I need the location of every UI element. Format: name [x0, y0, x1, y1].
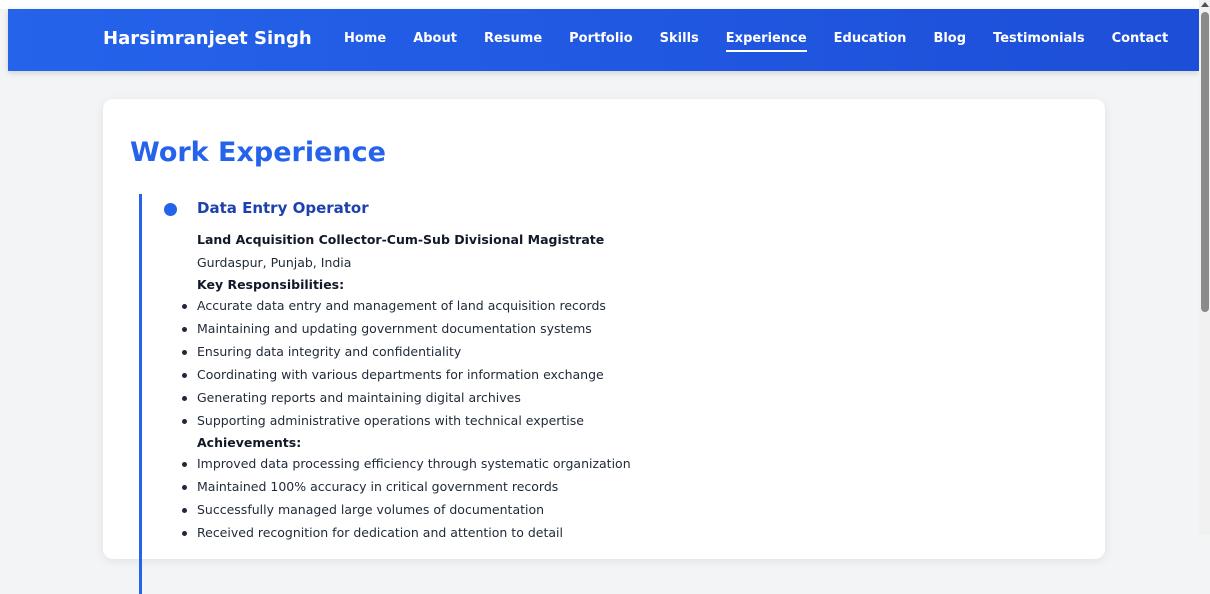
nav-about[interactable]: About: [413, 31, 457, 52]
page-title: Work Experience: [130, 137, 386, 168]
list-item: Ensuring data integrity and confidential…: [181, 342, 606, 365]
list-item: Improved data processing efficiency thro…: [181, 454, 631, 477]
brand-logo[interactable]: Harsimranjeet Singh: [103, 28, 312, 49]
nav-contact[interactable]: Contact: [1112, 31, 1169, 52]
list-item: Maintaining and updating government docu…: [181, 319, 606, 342]
achievements-heading: Achievements:: [197, 435, 302, 450]
experience-card: Work Experience Data Entry Operator Land…: [103, 99, 1105, 594]
nav-testimonials[interactable]: Testimonials: [993, 31, 1085, 52]
job-location: Gurdaspur, Punjab, India: [197, 255, 352, 270]
list-item: Coordinating with various departments fo…: [181, 365, 606, 388]
list-item: Maintained 100% accuracy in critical gov…: [181, 477, 631, 500]
responsibilities-list: Accurate data entry and management of la…: [181, 296, 606, 434]
list-item: Supporting administrative operations wit…: [181, 411, 606, 434]
nav-blog[interactable]: Blog: [933, 31, 966, 52]
scrollbar-thumb[interactable]: [1201, 12, 1209, 312]
nav-resume[interactable]: Resume: [484, 31, 542, 52]
timeline-line: [139, 194, 142, 594]
nav-education[interactable]: Education: [834, 31, 907, 52]
job-title: Data Entry Operator: [197, 199, 369, 217]
list-item: Accurate data entry and management of la…: [181, 296, 606, 319]
company-name: Land Acquisition Collector-Cum-Sub Divis…: [197, 232, 605, 247]
list-item: Generating reports and maintaining digit…: [181, 388, 606, 411]
top-strip: [0, 0, 1199, 9]
achievements-list: Improved data processing efficiency thro…: [181, 454, 631, 546]
scroll-up-icon[interactable]: [1201, 2, 1209, 7]
timeline-dot: [164, 203, 177, 216]
nav-experience[interactable]: Experience: [725, 31, 807, 52]
nav-portfolio[interactable]: Portfolio: [569, 31, 633, 52]
nav-skills[interactable]: Skills: [660, 31, 699, 52]
list-item: Successfully managed large volumes of do…: [181, 500, 631, 523]
navbar: Harsimranjeet Singh Home About Resume Po…: [8, 9, 1199, 71]
nav-home[interactable]: Home: [344, 31, 386, 52]
nav-links: Home About Resume Portfolio Skills Exper…: [344, 31, 1195, 52]
responsibilities-heading: Key Responsibilities:: [197, 277, 345, 292]
